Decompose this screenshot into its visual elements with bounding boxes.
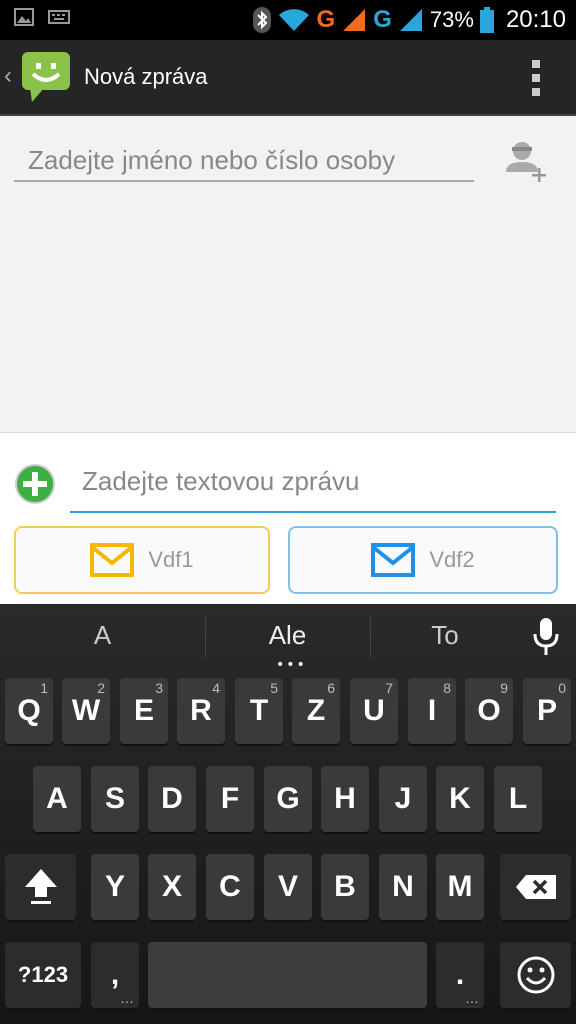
attach-plus-icon[interactable] <box>14 463 56 505</box>
back-arrow-icon: ‹ <box>4 62 12 89</box>
key-a[interactable]: A <box>33 766 81 832</box>
network-type-2: G <box>373 6 392 33</box>
shift-key[interactable] <box>5 854 76 920</box>
envelope-icon <box>90 543 135 577</box>
bluetooth-icon <box>252 7 271 33</box>
signal-strength-icon-2 <box>399 9 422 31</box>
key-p[interactable]: P0 <box>523 678 571 744</box>
emoji-key[interactable] <box>500 942 571 1008</box>
symbols-key[interactable]: ?123 <box>5 942 81 1008</box>
add-contact-icon[interactable] <box>504 140 550 186</box>
key-o[interactable]: O9 <box>465 678 513 744</box>
send-sim2-button[interactable]: Vdf2 <box>288 526 558 594</box>
status-bar: G G 73% 20:10 <box>0 0 576 40</box>
key-y[interactable]: Y <box>91 854 139 920</box>
gallery-notification-icon <box>14 8 34 26</box>
key-z[interactable]: Z6 <box>292 678 340 744</box>
key-k[interactable]: K <box>436 766 484 832</box>
key-q[interactable]: Q1 <box>5 678 53 744</box>
more-suggestions-indicator: ••• <box>276 657 307 673</box>
suggestion-1[interactable]: A <box>0 604 205 666</box>
wifi-icon <box>278 9 309 31</box>
recipient-field-wrapper <box>14 140 474 182</box>
key-b[interactable]: B <box>321 854 369 920</box>
period-key[interactable]: .… <box>436 942 484 1008</box>
key-t[interactable]: T5 <box>235 678 283 744</box>
comma-key[interactable]: ,… <box>91 942 139 1008</box>
key-n[interactable]: N <box>379 854 427 920</box>
network-type-1: G <box>316 6 336 33</box>
key-l[interactable]: L <box>494 766 542 832</box>
smiley-icon <box>517 956 554 994</box>
key-f[interactable]: F <box>206 766 254 832</box>
key-s[interactable]: S <box>91 766 139 832</box>
screen-title: Nová zpráva <box>84 64 208 89</box>
key-i[interactable]: I8 <box>408 678 456 744</box>
key-w[interactable]: W2 <box>62 678 110 744</box>
key-j[interactable]: J <box>379 766 427 832</box>
recipient-area <box>0 116 576 432</box>
key-d[interactable]: D <box>148 766 196 832</box>
signal-strength-icon-1 <box>343 9 366 31</box>
backspace-key[interactable] <box>500 854 571 920</box>
key-g[interactable]: G <box>264 766 312 832</box>
backspace-icon <box>515 875 556 899</box>
key-r[interactable]: R4 <box>177 678 225 744</box>
shift-arrow-icon <box>24 869 57 904</box>
clock: 20:10 <box>505 6 566 33</box>
battery-icon <box>479 7 494 33</box>
key-m[interactable]: M <box>436 854 484 920</box>
key-v[interactable]: V <box>264 854 312 920</box>
action-bar: ‹ Nová zpráva <box>0 40 576 116</box>
send-sim1-button[interactable]: Vdf1 <box>14 526 270 594</box>
sim1-label: Vdf1 <box>148 547 194 572</box>
message-input[interactable] <box>70 453 556 509</box>
soft-keyboard: A Ale ••• To Q1 W2 E3 R4 T5 Z6 U7 I8 O9 … <box>0 604 576 1024</box>
microphone-icon[interactable] <box>532 618 560 656</box>
key-e[interactable]: E3 <box>120 678 168 744</box>
key-c[interactable]: C <box>206 854 254 920</box>
envelope-icon <box>371 543 416 577</box>
overflow-menu-icon[interactable] <box>530 60 542 96</box>
suggestion-strip: A Ale ••• To <box>0 604 576 673</box>
message-field-wrapper <box>70 453 556 513</box>
messaging-app-icon <box>22 52 70 102</box>
keyboard-notification-icon <box>48 10 70 24</box>
space-key[interactable] <box>148 942 427 1008</box>
key-h[interactable]: H <box>321 766 369 832</box>
battery-percentage: 73% <box>429 7 474 32</box>
suggestion-3[interactable]: To <box>370 604 520 666</box>
compose-area: Vdf1 Vdf2 <box>0 432 576 604</box>
key-x[interactable]: X <box>148 854 196 920</box>
recipient-input[interactable] <box>14 140 474 180</box>
key-u[interactable]: U7 <box>350 678 398 744</box>
sim2-label: Vdf2 <box>429 547 475 572</box>
